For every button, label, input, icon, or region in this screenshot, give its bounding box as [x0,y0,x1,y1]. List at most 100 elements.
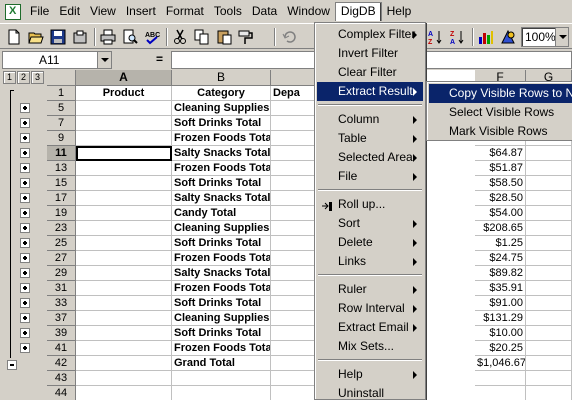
cell-category[interactable]: Candy Total [172,206,271,221]
cell-department[interactable] [271,311,315,326]
cell-product[interactable] [76,116,172,131]
cell[interactable] [526,206,572,221]
menu-digdb[interactable]: DigDB [334,2,382,21]
excel-app-icon[interactable] [5,3,21,20]
expand-group-button[interactable] [20,133,30,143]
cell[interactable] [526,161,572,176]
cell-department[interactable] [271,236,315,251]
open-icon[interactable] [26,27,46,47]
menu-tools[interactable]: Tools [209,2,247,21]
format-painter-icon[interactable] [236,27,256,47]
cell-department[interactable] [271,101,315,116]
expand-group-button[interactable] [20,268,30,278]
cell-category[interactable]: Frozen Foods Total [172,161,271,176]
cell-department[interactable] [271,161,315,176]
row-header[interactable]: 39 [47,326,76,341]
header-product[interactable]: Product [76,86,172,101]
digdb-menu-item-selected-area[interactable]: Selected Area [317,148,423,167]
row-header[interactable]: 43 [47,371,76,386]
cell-total-value[interactable]: $64.87 [475,146,526,161]
row-header[interactable]: 33 [47,296,76,311]
cell-category[interactable] [172,386,271,400]
expand-group-button[interactable] [20,103,30,113]
digdb-menu-item-complex-filter[interactable]: Complex Filter [317,25,423,44]
chevron-down-icon[interactable] [97,52,111,68]
mark-visible-rows-item[interactable]: Mark Visible Rows [429,122,572,140]
cell-category[interactable]: Grand Total [172,356,271,371]
cell-category[interactable]: Soft Drinks Total [172,326,271,341]
cell-department[interactable] [271,281,315,296]
cell-total-value[interactable]: $20.25 [475,341,526,356]
menu-insert[interactable]: Insert [121,2,161,21]
cell-product[interactable] [76,161,172,176]
expand-group-button[interactable] [20,283,30,293]
row-header[interactable]: 19 [47,206,76,221]
row-header[interactable]: 41 [47,341,76,356]
digdb-menu-item-extract-result[interactable]: Extract Result [317,82,423,101]
expand-group-button[interactable] [20,343,30,353]
cell[interactable] [526,236,572,251]
row-header[interactable]: 7 [47,116,76,131]
row-header[interactable]: 37 [47,311,76,326]
cell-product[interactable] [76,146,172,161]
cell-department[interactable] [271,206,315,221]
cell[interactable] [526,221,572,236]
sort-ascending-icon[interactable]: AZ [426,27,446,47]
cell-category[interactable]: Frozen Foods Total [172,281,271,296]
digdb-menu-item-links[interactable]: Links [317,252,423,271]
row-header[interactable]: 15 [47,176,76,191]
cell-product[interactable] [76,371,172,386]
digdb-menu-item-uninstall[interactable]: Uninstall [317,384,423,399]
column-header-b[interactable]: B [172,70,271,86]
header-category[interactable]: Category [172,86,271,101]
cell-department[interactable] [271,266,315,281]
digdb-menu-item-clear-filter[interactable]: Clear Filter [317,63,423,82]
expand-group-button[interactable] [20,178,30,188]
formula-equals-icon[interactable]: = [156,52,163,66]
menu-view[interactable]: View [85,2,121,21]
cell-total-value[interactable] [475,386,526,400]
outline-level-2-button[interactable]: 2 [17,71,30,84]
cell-product[interactable] [76,356,172,371]
row-header[interactable]: 23 [47,221,76,236]
cell-total-value[interactable]: $89.82 [475,266,526,281]
cell-total-value[interactable]: $51.87 [475,161,526,176]
cell-department[interactable] [271,131,315,146]
cell-category[interactable]: Salty Snacks Total [172,266,271,281]
digdb-menu-item-mix-sets[interactable]: Mix Sets... [317,337,423,356]
row-header[interactable]: 5 [47,101,76,116]
cell-category[interactable]: Frozen Foods Total [172,131,271,146]
permission-icon[interactable] [70,27,90,47]
cell-department[interactable] [271,386,315,400]
digdb-menu-item-sort[interactable]: Sort [317,214,423,233]
cell-product[interactable] [76,206,172,221]
expand-group-button[interactable] [20,163,30,173]
cell-category[interactable]: Cleaning Supplies Total [172,101,271,116]
cell-department[interactable] [271,116,315,131]
chevron-down-icon[interactable] [555,28,568,46]
menu-data[interactable]: Data [247,2,282,21]
new-icon[interactable] [4,27,24,47]
cell-department[interactable] [271,356,315,371]
cell[interactable] [526,386,572,400]
digdb-menu-item-roll-up[interactable]: Roll up... [317,195,423,214]
expand-group-button[interactable] [20,208,30,218]
cell[interactable] [526,311,572,326]
cell-department[interactable] [271,296,315,311]
cell[interactable] [526,356,572,371]
cell-total-value[interactable]: $208.65 [475,221,526,236]
cell-category[interactable] [172,371,271,386]
expand-group-button[interactable] [20,148,30,158]
row-header[interactable]: 25 [47,236,76,251]
expand-group-button[interactable] [20,193,30,203]
cell-product[interactable] [76,236,172,251]
header-department[interactable]: Depa [271,86,315,101]
menu-file[interactable]: File [25,2,54,21]
row-header[interactable]: 44 [47,386,76,400]
cell[interactable] [526,341,572,356]
cell-total-value[interactable]: $131.29 [475,311,526,326]
spelling-icon[interactable]: ABC [142,27,162,47]
cell-category[interactable]: Soft Drinks Total [172,236,271,251]
cell-product[interactable] [76,191,172,206]
cell-product[interactable] [76,311,172,326]
